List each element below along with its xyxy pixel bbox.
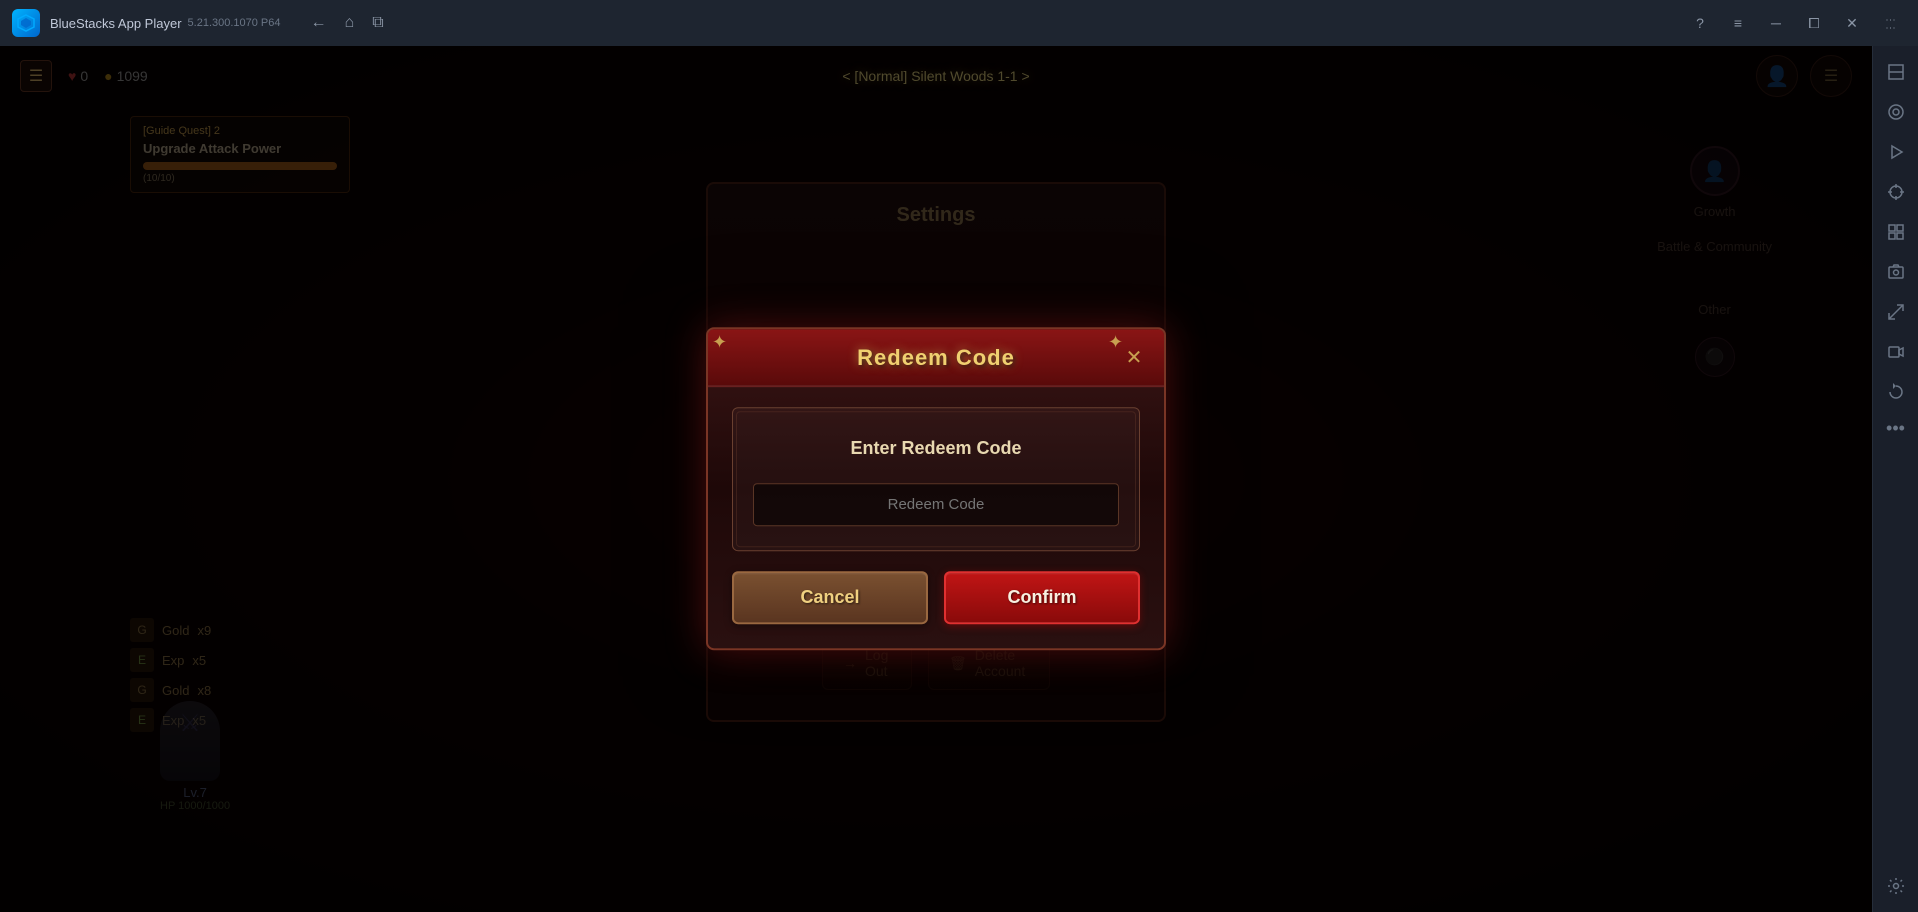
home-button[interactable]: ⌂ [345, 14, 355, 32]
minimize-button[interactable]: ─ [1760, 7, 1792, 39]
game-area: ☰ ♥ 0 ● 1099 < [Normal] Silent Woods 1-1… [0, 46, 1872, 912]
corner-decoration-tl: ✦ [712, 333, 728, 349]
right-sidebar: ••• [1872, 46, 1918, 912]
titlebar: BlueStacks App Player 5.21.300.1070 P64 … [0, 0, 1918, 46]
restore-button[interactable]: ⧠ [1798, 7, 1830, 39]
close-modal-button[interactable]: ✕ [1118, 341, 1150, 373]
sidebar-record-button[interactable] [1878, 334, 1914, 370]
redeem-modal-wrapper: ✦ Redeem Code ✦ ✕ Enter Redeem Code Canc… [706, 327, 1166, 650]
app-version: 5.21.300.1070 P64 [188, 17, 281, 29]
close-button[interactable]: ✕ [1836, 7, 1868, 39]
redeem-modal-header: ✦ Redeem Code ✦ ✕ [708, 329, 1164, 387]
titlebar-nav: ← ⌂ ⧉ [311, 14, 384, 32]
sidebar-camera-button[interactable] [1878, 94, 1914, 130]
tabs-button[interactable]: ⧉ [372, 14, 383, 32]
confirm-button[interactable]: Confirm [944, 571, 1140, 624]
redeem-inner-label: Enter Redeem Code [850, 438, 1021, 459]
more-options-button[interactable]: ⋮⋮ [1874, 7, 1906, 39]
back-button[interactable]: ← [311, 14, 327, 32]
redeem-modal-body: Enter Redeem Code Cancel Confirm [708, 387, 1164, 648]
cancel-button[interactable]: Cancel [732, 571, 928, 624]
window-controls: ? ≡ ─ ⧠ ✕ ⋮⋮ [1684, 7, 1906, 39]
sidebar-play-button[interactable] [1878, 134, 1914, 170]
sidebar-target-button[interactable] [1878, 174, 1914, 210]
app-name: BlueStacks App Player [50, 16, 182, 31]
redeem-modal: ✦ Redeem Code ✦ ✕ Enter Redeem Code Canc… [706, 327, 1166, 650]
sidebar-more-dots[interactable]: ••• [1882, 414, 1909, 443]
sidebar-settings-button[interactable] [1878, 868, 1914, 904]
redeem-buttons-row: Cancel Confirm [732, 571, 1140, 624]
sidebar-resize-top-button[interactable] [1878, 54, 1914, 90]
help-button[interactable]: ? [1684, 7, 1716, 39]
close-x-icon: ✕ [1126, 345, 1143, 370]
sidebar-resize-button[interactable] [1878, 294, 1914, 330]
redeem-code-input[interactable] [753, 483, 1119, 526]
redeem-inner-box: Enter Redeem Code [732, 407, 1140, 551]
sidebar-grid-button[interactable] [1878, 214, 1914, 250]
app-logo [12, 9, 40, 37]
menu-button[interactable]: ≡ [1722, 7, 1754, 39]
sidebar-rotate-button[interactable] [1878, 374, 1914, 410]
sidebar-screenshot-button[interactable] [1878, 254, 1914, 290]
redeem-title: Redeem Code [857, 345, 1015, 371]
